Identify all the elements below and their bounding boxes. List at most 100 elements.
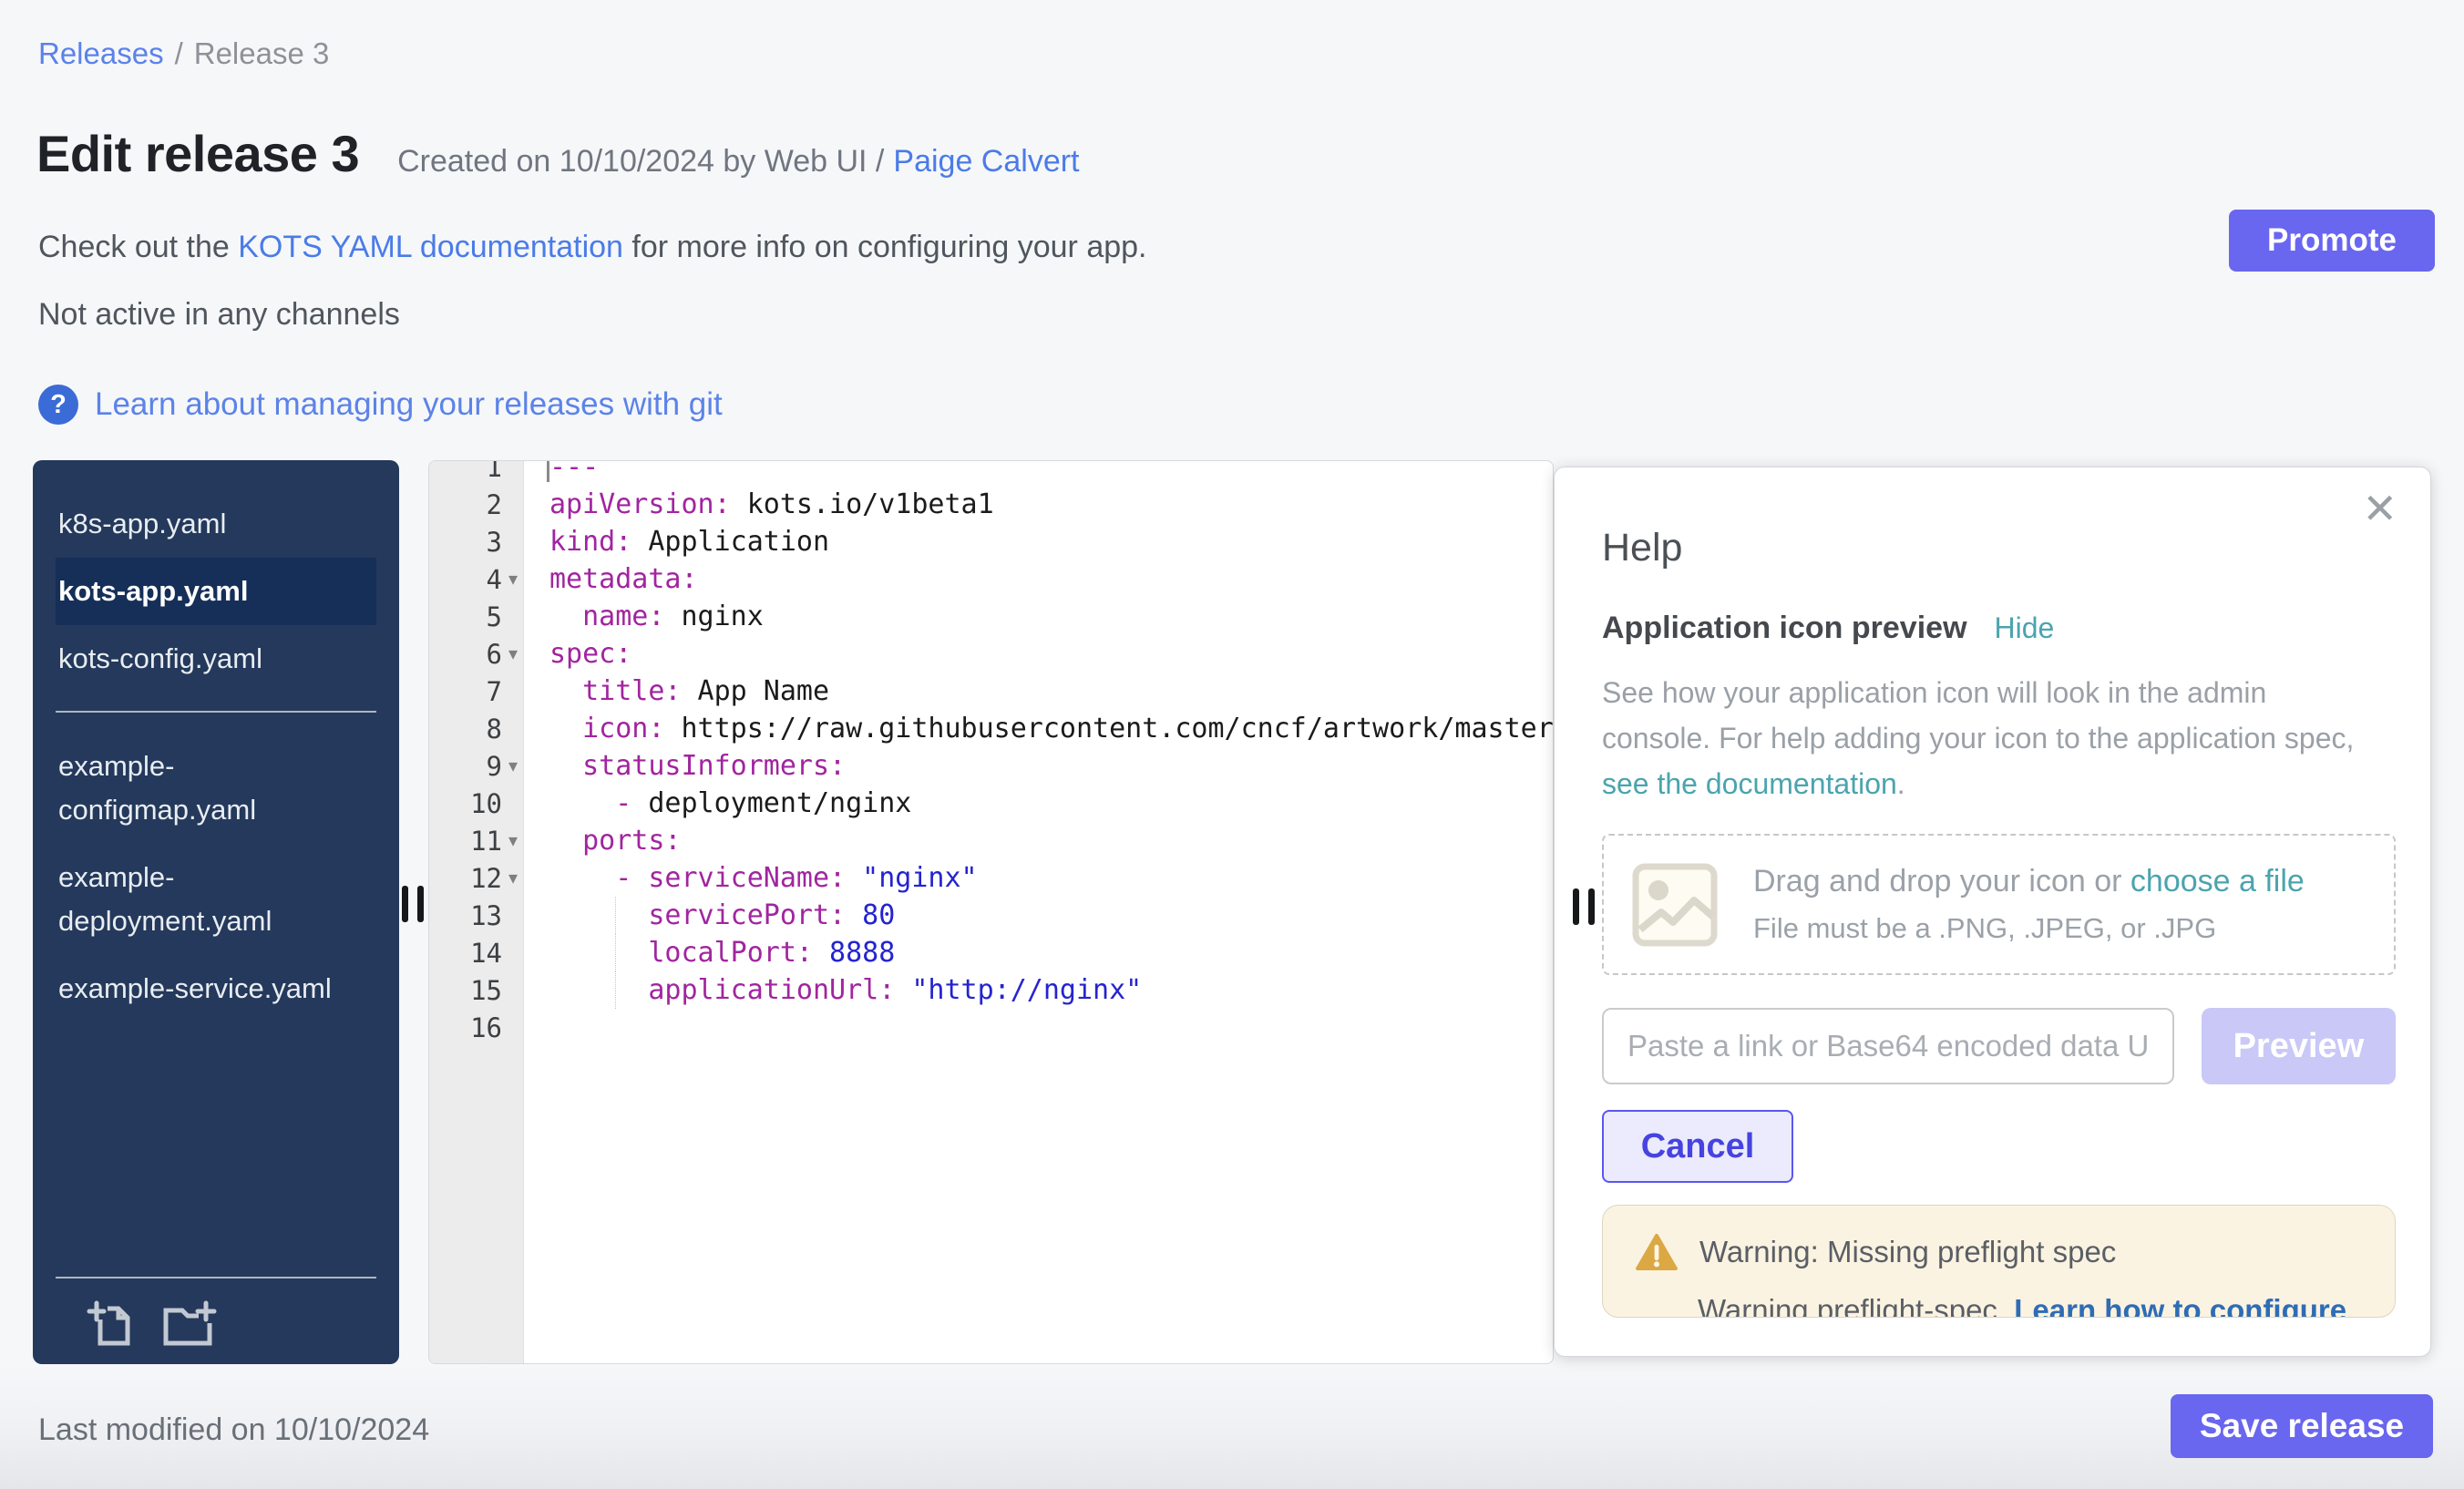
text-cursor bbox=[547, 460, 549, 482]
resize-bar bbox=[402, 886, 408, 922]
sidebar-bottom-divider bbox=[56, 1277, 376, 1278]
learn-configure-link[interactable]: Learn how to configure bbox=[2014, 1293, 2346, 1318]
indent-guide bbox=[615, 934, 616, 971]
gutter-row: 4▾ bbox=[429, 560, 524, 598]
code-line: name: nginx bbox=[524, 598, 1553, 635]
gutter-row: 3 bbox=[429, 523, 524, 560]
sidebar-actions bbox=[86, 1298, 217, 1351]
breadcrumb-current: Release 3 bbox=[194, 36, 330, 70]
new-folder-icon bbox=[159, 1298, 217, 1349]
desc-line1: See how your application icon will look … bbox=[1602, 676, 2266, 709]
doc-hint-prefix: Check out the bbox=[38, 230, 238, 264]
edit-release-page: Releases / Release 3 Edit release 3 Create… bbox=[0, 0, 2464, 1489]
file-item-example-configmap.yaml[interactable]: example-configmap.yaml bbox=[56, 733, 358, 844]
new-folder-button[interactable] bbox=[159, 1298, 217, 1351]
code-line: icon: https://raw.githubusercontent.com/… bbox=[524, 710, 1553, 747]
created-author-link[interactable]: Paige Calvert bbox=[893, 144, 1079, 179]
title-row: Edit release 3 Created on 10/10/2024 by … bbox=[36, 124, 1080, 183]
warning-detail: Warning preflight-spec. Learn how to con… bbox=[1698, 1293, 2362, 1318]
fold-toggle-icon[interactable]: ▾ bbox=[502, 642, 524, 665]
close-icon[interactable]: ✕ bbox=[2362, 484, 2397, 533]
breadcrumb: Releases / Release 3 bbox=[38, 36, 329, 71]
gutter-row: 9▾ bbox=[429, 747, 524, 785]
see-documentation-link[interactable]: see the documentation bbox=[1602, 767, 1897, 800]
editor-body: 1234▾56▾789▾1011▾12▾13141516 ---apiVersi… bbox=[429, 460, 1553, 1046]
gutter-row: 6▾ bbox=[429, 635, 524, 673]
doc-hint-suffix: for more info on configuring your app. bbox=[623, 230, 1147, 264]
new-file-button[interactable] bbox=[86, 1298, 137, 1351]
code-line: localPort: 8888 bbox=[524, 934, 1553, 971]
file-item-example-service.yaml[interactable]: example-service.yaml bbox=[56, 955, 358, 1022]
icon-preview-description: See how your application icon will look … bbox=[1602, 670, 2396, 806]
code-line: --- bbox=[524, 460, 1553, 486]
warning-title: Warning: Missing preflight spec bbox=[1699, 1235, 2116, 1269]
gutter-row: 12▾ bbox=[429, 859, 524, 897]
file-item-example-deployment.yaml[interactable]: example-deployment.yaml bbox=[56, 844, 358, 955]
fold-toggle-icon[interactable]: ▾ bbox=[502, 829, 524, 852]
breadcrumb-separator: / bbox=[175, 36, 183, 70]
gutter-row: 5 bbox=[429, 598, 524, 635]
sidebar-divider bbox=[56, 711, 376, 713]
promote-button[interactable]: Promote bbox=[2229, 210, 2435, 272]
sidebar-resize-handle[interactable] bbox=[402, 886, 424, 922]
file-list: k8s-app.yamlkots-app.yamlkots-config.yam… bbox=[56, 490, 376, 1022]
fold-toggle-icon[interactable]: ▾ bbox=[502, 568, 524, 590]
help-content: Help Application icon preview Hide See h… bbox=[1555, 467, 2430, 1318]
cancel-button[interactable]: Cancel bbox=[1602, 1110, 1793, 1183]
preflight-warning: Warning: Missing preflight spec Warning … bbox=[1602, 1205, 2396, 1318]
editor-code-rows[interactable]: ---apiVersion: kots.io/v1beta1kind: Appl… bbox=[524, 460, 1553, 1046]
code-line: apiVersion: kots.io/v1beta1 bbox=[524, 486, 1553, 523]
icon-url-row: Preview bbox=[1602, 1008, 2396, 1084]
gutter-row: 13 bbox=[429, 897, 524, 934]
code-line bbox=[524, 1009, 1553, 1046]
help-resize-handle[interactable] bbox=[1573, 888, 1595, 925]
file-item-kots-config.yaml[interactable]: kots-config.yaml bbox=[56, 625, 376, 693]
choose-file-link[interactable]: choose a file bbox=[2130, 864, 2305, 899]
breadcrumb-releases-link[interactable]: Releases bbox=[38, 36, 164, 70]
image-placeholder-icon bbox=[1631, 862, 1719, 948]
desc-line2: console. For help adding your icon to th… bbox=[1602, 722, 2354, 755]
gutter-row: 2 bbox=[429, 486, 524, 523]
icon-dropzone[interactable]: Drag and drop your icon or choose a file… bbox=[1602, 834, 2396, 975]
code-line: kind: Application bbox=[524, 523, 1553, 560]
created-text: Created on 10/10/2024 by Web UI / bbox=[397, 144, 884, 179]
code-line: metadata: bbox=[524, 560, 1553, 598]
question-icon: ? bbox=[38, 385, 78, 425]
doc-hint-line: Check out the KOTS YAML documentation fo… bbox=[38, 230, 1147, 265]
code-line: applicationUrl: "http://nginx" bbox=[524, 971, 1553, 1009]
gutter-row: 16 bbox=[429, 1009, 524, 1046]
gutter-row: 11▾ bbox=[429, 822, 524, 859]
icon-url-input[interactable] bbox=[1602, 1008, 2174, 1084]
code-line: title: App Name bbox=[524, 673, 1553, 710]
editor-gutter-rows: 1234▾56▾789▾1011▾12▾13141516 bbox=[429, 460, 524, 1046]
new-file-icon bbox=[86, 1298, 137, 1349]
warning-icon bbox=[1636, 1233, 1678, 1271]
indent-guide bbox=[615, 971, 616, 1009]
code-line: - deployment/nginx bbox=[524, 785, 1553, 822]
preview-button[interactable]: Preview bbox=[2202, 1008, 2396, 1084]
file-item-k8s-app.yaml[interactable]: k8s-app.yaml bbox=[56, 490, 376, 558]
git-releases-link[interactable]: Learn about managing your releases with … bbox=[95, 386, 723, 423]
fold-toggle-icon[interactable]: ▾ bbox=[502, 755, 524, 777]
fold-toggle-icon[interactable]: ▾ bbox=[502, 867, 524, 889]
code-line: spec: bbox=[524, 635, 1553, 673]
channel-status: Not active in any channels bbox=[38, 297, 400, 333]
dropzone-text: Drag and drop your icon or choose a file… bbox=[1753, 864, 2305, 945]
git-help-row: ? Learn about managing your releases wit… bbox=[38, 385, 723, 425]
code-line: statusInformers: bbox=[524, 747, 1553, 785]
file-sidebar: k8s-app.yamlkots-app.yamlkots-config.yam… bbox=[33, 460, 399, 1364]
yaml-editor[interactable]: 1234▾56▾789▾1011▾12▾13141516 ---apiVersi… bbox=[428, 460, 1554, 1364]
warning-detail-text: Warning preflight-spec. bbox=[1698, 1293, 2014, 1318]
desc-period: . bbox=[1897, 767, 1905, 800]
gutter-row: 8 bbox=[429, 710, 524, 747]
help-panel: ✕ Help Application icon preview Hide See… bbox=[1554, 467, 2431, 1357]
dropzone-line1: Drag and drop your icon or bbox=[1753, 864, 2130, 899]
kots-yaml-doc-link[interactable]: KOTS YAML documentation bbox=[238, 230, 623, 264]
save-release-button[interactable]: Save release bbox=[2171, 1394, 2433, 1458]
gutter-row: 1 bbox=[429, 460, 524, 486]
page-title: Edit release 3 bbox=[36, 124, 359, 183]
hide-link[interactable]: Hide bbox=[1995, 611, 2055, 645]
code-line: - serviceName: "nginx" bbox=[524, 859, 1553, 897]
file-item-kots-app.yaml[interactable]: kots-app.yaml bbox=[56, 558, 376, 625]
created-meta: Created on 10/10/2024 by Web UI / Paige C… bbox=[397, 144, 1079, 180]
